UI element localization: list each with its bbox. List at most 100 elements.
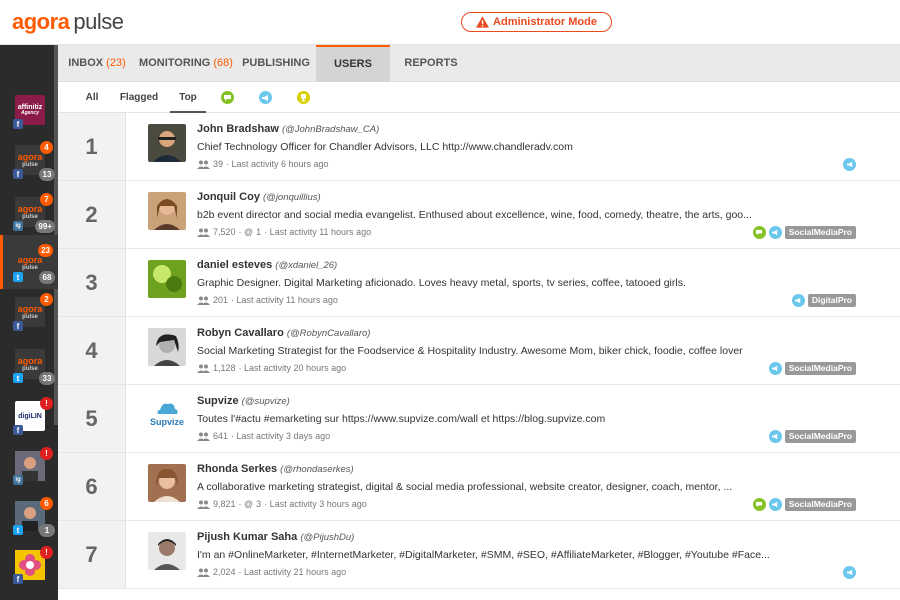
user-row[interactable]: 2 Jonquil Coy (@jonquillius) b2b event d… — [58, 181, 900, 249]
user-name[interactable]: Rhonda Serkes (@rhondaserkes) — [197, 463, 354, 475]
user-row[interactable]: 1 John Bradshaw (@JohnBradshaw_CA) Chief… — [58, 113, 900, 181]
megaphone-icon[interactable] — [843, 157, 856, 171]
chat-icon[interactable] — [752, 225, 766, 239]
followers-icon — [197, 364, 210, 373]
user-name[interactable]: Robyn Cavallaro (@RobynCavallaro) — [197, 327, 370, 339]
mention-icon: · @ — [238, 499, 254, 509]
sidebar-account[interactable]: t 6 1 — [13, 497, 55, 537]
account-count-badge: 33 — [39, 372, 55, 385]
user-tags: DigitalPro — [791, 293, 856, 307]
user-avatar[interactable] — [148, 532, 186, 570]
megaphone-icon[interactable] — [768, 429, 782, 443]
user-name[interactable]: Pijush Kumar Saha (@PijushDu) — [197, 531, 354, 543]
sidebar-account[interactable]: f ! — [13, 546, 53, 584]
followers-icon — [197, 568, 210, 577]
user-name[interactable]: Supvize (@supvize) — [197, 395, 290, 407]
megaphone-icon[interactable] — [768, 225, 782, 239]
last-activity: · Last activity 11 hours ago — [264, 227, 372, 237]
follower-count: 9,821 — [213, 499, 236, 509]
user-meta: 201 · Last activity 11 hours ago — [197, 295, 338, 305]
user-rank: 7 — [58, 521, 126, 588]
user-avatar[interactable] — [148, 192, 186, 230]
account-alert-badge: ! — [40, 447, 53, 460]
megaphone-icon[interactable] — [843, 565, 856, 579]
sidebar-account[interactable]: agora pulse f 4 13 — [13, 141, 55, 181]
agorapulse-logo[interactable]: agora pulse — [12, 9, 124, 35]
user-handle: (@RobynCavallaro) — [286, 328, 371, 339]
tab-users[interactable]: USERS — [316, 45, 390, 82]
tab-inbox[interactable]: INBOX (23) — [58, 45, 136, 82]
user-bio: Social Marketing Strategist for the Food… — [197, 345, 743, 357]
user-name[interactable]: John Bradshaw (@JohnBradshaw_CA) — [197, 123, 379, 135]
user-tag-badge[interactable]: DigitalPro — [807, 293, 856, 307]
account-alert-badge: ! — [40, 546, 53, 559]
user-name[interactable]: Jonquil Coy (@jonquillius) — [197, 191, 321, 203]
logo-part-2: pulse — [73, 9, 124, 34]
account-notification-badge: 4 — [40, 141, 53, 154]
follower-count: 2,024 — [213, 567, 236, 577]
sidebar-account[interactable]: agora pulse t 33 — [13, 349, 55, 385]
user-tag-badge[interactable]: SocialMediaPro — [784, 225, 856, 239]
user-avatar[interactable]: Supvize — [148, 396, 186, 434]
sidebar-account[interactable]: agora pulse f 2 — [13, 293, 53, 331]
user-avatar[interactable] — [148, 328, 186, 366]
user-name[interactable]: daniel esteves (@xdaniel_26) — [197, 259, 337, 271]
filter-top[interactable]: Top — [170, 82, 206, 113]
tab-monitoring[interactable]: MONITORING (68) — [136, 45, 236, 82]
user-rank: 1 — [58, 113, 126, 180]
facebook-icon: f — [13, 321, 23, 331]
user-avatar[interactable] — [148, 464, 186, 502]
megaphone-icon[interactable] — [768, 361, 782, 375]
filter-flagged[interactable]: Flagged — [116, 82, 162, 113]
user-bio: I'm an #OnlineMarketer, #InternetMarkete… — [197, 549, 770, 561]
last-activity: · Last activity 21 hours ago — [238, 567, 347, 577]
account-alert-badge: ! — [40, 397, 53, 410]
megaphone-icon[interactable] — [768, 497, 782, 511]
chat-filter-icon[interactable] — [221, 91, 234, 104]
user-bio: A collaborative marketing strategist, di… — [197, 481, 733, 493]
follower-count: 7,520 — [213, 227, 236, 237]
sidebar-account[interactable]: ig ! — [13, 447, 53, 485]
follower-count: 1,128 — [213, 363, 236, 373]
trophy-filter-icon[interactable] — [297, 91, 310, 104]
user-tag-badge[interactable]: SocialMediaPro — [784, 497, 856, 511]
user-filter-bar: All Flagged Top — [58, 82, 900, 113]
sidebar-account[interactable]: digiLIN f ! — [13, 397, 53, 435]
logo-part-1: agora — [12, 9, 70, 34]
account-count-badge: 13 — [39, 168, 55, 181]
followers-icon — [197, 228, 210, 237]
user-row[interactable]: 5 Supvize Supvize (@supvize) Toutes l'#a… — [58, 385, 900, 453]
mention-icon: · @ — [238, 227, 254, 237]
user-bio: Chief Technology Officer for Chandler Ad… — [197, 141, 573, 153]
account-notification-badge: 6 — [40, 497, 53, 510]
user-rank: 2 — [58, 181, 126, 248]
chat-icon[interactable] — [752, 497, 766, 511]
user-avatar[interactable] — [148, 124, 186, 162]
user-tag-badge[interactable]: SocialMediaPro — [784, 429, 856, 443]
twitter-icon: t — [13, 525, 23, 535]
sidebar-account-selected[interactable]: agora pulse t 23 68 — [13, 244, 55, 284]
administrator-mode-button[interactable]: Administrator Mode — [461, 12, 612, 32]
user-row[interactable]: 3 daniel esteves (@xdaniel_26) Graphic D… — [58, 249, 900, 317]
megaphone-icon[interactable] — [791, 293, 805, 307]
last-activity: · Last activity 6 hours ago — [226, 159, 329, 169]
sidebar-account[interactable]: agora pulse ig 7 99+ — [13, 193, 55, 233]
last-activity: · Last activity 3 hours ago — [264, 499, 367, 509]
user-handle: (@supvize) — [241, 396, 290, 407]
user-tag-badge[interactable]: SocialMediaPro — [784, 361, 856, 375]
sidebar-account[interactable]: affinitiz Agency f — [13, 95, 45, 129]
twitter-icon: t — [13, 373, 23, 383]
user-avatar[interactable] — [148, 260, 186, 298]
user-row[interactable]: 6 Rhonda Serkes (@rhondaserkes) A collab… — [58, 453, 900, 521]
facebook-icon: f — [13, 425, 23, 435]
megaphone-filter-icon[interactable] — [259, 91, 272, 104]
tab-reports[interactable]: REPORTS — [390, 45, 472, 82]
tab-publishing[interactable]: PUBLISHING — [236, 45, 316, 82]
user-row[interactable]: 7 Pijush Kumar Saha (@PijushDu) I'm an #… — [58, 521, 900, 589]
top-header: agora pulse Administrator Mode — [0, 0, 900, 45]
account-notification-badge: 23 — [38, 244, 53, 257]
user-meta: 39 · Last activity 6 hours ago — [197, 159, 329, 169]
filter-all[interactable]: All — [76, 82, 108, 113]
user-row[interactable]: 4 Robyn Cavallaro (@RobynCavallaro) Soci… — [58, 317, 900, 385]
last-activity: · Last activity 20 hours ago — [238, 363, 347, 373]
